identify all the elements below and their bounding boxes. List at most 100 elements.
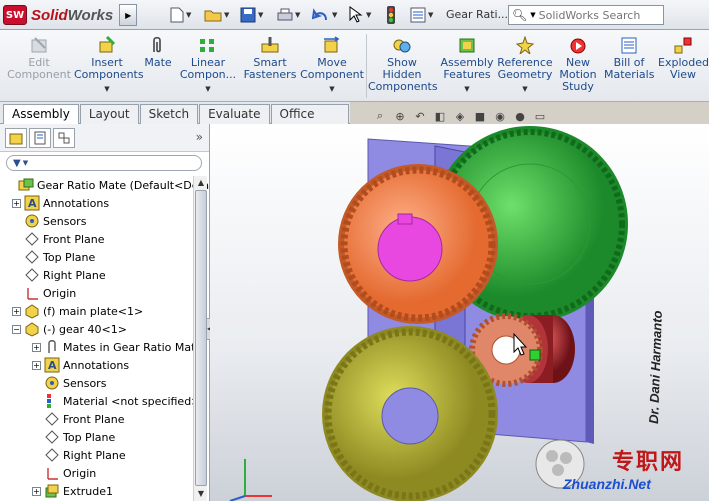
tree-row-label: Annotations: [43, 196, 110, 210]
expand-toggle-icon[interactable]: −: [12, 324, 21, 334]
tree-row[interactable]: + A Annotations: [12, 194, 109, 212]
search-icon: 🔍︎: [512, 8, 528, 22]
tree-row[interactable]: + Mates in Gear Ratio Mate: [32, 338, 202, 356]
tree-row[interactable]: Origin: [32, 464, 96, 482]
plane-icon: [44, 447, 60, 463]
print-button[interactable]: ▼: [277, 6, 300, 24]
new-document-button[interactable]: ▼: [170, 6, 191, 24]
new-motion-study-button[interactable]: New Motion Study: [558, 36, 598, 93]
separator: [366, 34, 367, 98]
chevron-down-icon: ▼: [258, 11, 264, 19]
scene-icon[interactable]: ▭: [532, 108, 548, 124]
filter-input[interactable]: ▼ ▼: [6, 155, 202, 171]
options-button[interactable]: ▼: [410, 6, 433, 24]
show-hidden-components-button[interactable]: Show Hidden Components: [368, 36, 438, 93]
previous-view-icon[interactable]: ↶: [412, 108, 428, 124]
chevron-down-icon: ▼: [522, 85, 528, 93]
tree-row[interactable]: Sensors: [12, 212, 86, 230]
linear-pattern-icon: [200, 39, 214, 52]
scroll-down-arrow-icon[interactable]: ▼: [194, 487, 208, 501]
open-button[interactable]: ▼: [204, 6, 229, 24]
tree-row-label: Front Plane: [63, 412, 125, 426]
bill-of-materials-button[interactable]: Bill of Materials: [604, 36, 654, 81]
menu-dropdown-button[interactable]: ▶: [119, 4, 138, 26]
expand-panel-icon[interactable]: »: [196, 130, 203, 144]
keyway: [397, 213, 413, 225]
tree-row[interactable]: Gear Ratio Mate (Default<Default: [6, 176, 224, 194]
tree-row[interactable]: + Extrude1: [32, 482, 113, 500]
tab-sketch[interactable]: Sketch: [139, 104, 199, 124]
expand-toggle-icon[interactable]: +: [32, 360, 41, 370]
part-icon: [24, 303, 40, 319]
mates-icon: [44, 339, 60, 355]
tree-row[interactable]: − (-) gear 40<1>: [12, 320, 127, 338]
move-component-button[interactable]: Move Component ▼: [300, 36, 364, 95]
coordinate-triad-icon: [229, 459, 272, 501]
hide-show-icon[interactable]: ◉: [492, 108, 508, 124]
feature-manager-tab[interactable]: [5, 127, 27, 148]
tree-row[interactable]: + (f) main plate<1>: [12, 302, 143, 320]
edit-component-button[interactable]: Edit Component: [6, 36, 72, 81]
svg-text:A: A: [28, 197, 37, 210]
smart-fasteners-button[interactable]: Smart Fasteners: [240, 36, 300, 81]
tree-row[interactable]: Top Plane: [32, 428, 115, 446]
search-input[interactable]: [538, 8, 649, 22]
tree-row-label: Extrude1: [63, 484, 114, 498]
property-manager-tab[interactable]: [29, 127, 51, 148]
new-motion-study-label-3: Study: [562, 80, 594, 93]
tab-office-products[interactable]: Office Products: [270, 104, 349, 139]
tree-row[interactable]: Origin: [12, 284, 76, 302]
insert-components-icon: [99, 36, 116, 53]
tree-row[interactable]: Front Plane: [32, 410, 125, 428]
tree-row[interactable]: Front Plane: [12, 230, 105, 248]
zoom-area-icon[interactable]: ⊕: [392, 108, 408, 124]
section-view-icon[interactable]: ◧: [432, 108, 448, 124]
save-button[interactable]: ▼: [240, 6, 263, 24]
reference-geometry-button[interactable]: Reference Geometry ▼: [496, 36, 554, 95]
fastener-icon: [261, 37, 279, 53]
tree-row[interactable]: Right Plane: [32, 446, 126, 464]
tab-assembly[interactable]: Assembly: [3, 104, 79, 124]
tree-row[interactable]: Material <not specified>: [32, 392, 200, 410]
expand-toggle-icon[interactable]: +: [12, 198, 21, 208]
assembly-features-button[interactable]: Assembly Features ▼: [440, 36, 494, 95]
select-button[interactable]: ▼: [348, 6, 371, 24]
selection-handle[interactable]: [529, 349, 541, 361]
linear-component-button[interactable]: Linear Compon... ▼: [178, 36, 238, 95]
exploded-view-icon: [674, 37, 692, 54]
display-style-icon[interactable]: ■: [472, 108, 488, 124]
solidworks-logo[interactable]: SW SolidWorks ▶: [3, 4, 138, 26]
tree-row[interactable]: + A Annotations: [32, 356, 129, 374]
configuration-icon: [58, 132, 70, 143]
tree-row[interactable]: Right Plane: [12, 266, 106, 284]
expand-toggle-icon[interactable]: +: [32, 342, 41, 352]
configuration-manager-tab[interactable]: [53, 127, 75, 148]
scroll-up-arrow-icon[interactable]: ▲: [194, 176, 208, 190]
mate-button[interactable]: Mate: [140, 36, 176, 69]
tab-layout[interactable]: Layout: [79, 104, 139, 124]
tree-row[interactable]: Sensors: [32, 374, 106, 392]
tree-scrollbar[interactable]: ▲ ▼: [193, 176, 207, 501]
exploded-view-button[interactable]: Exploded View: [658, 36, 709, 81]
tree-row[interactable]: Top Plane: [12, 248, 95, 266]
tree-row-label: Material <not specified>: [63, 394, 201, 408]
expand-toggle-icon[interactable]: +: [12, 306, 21, 316]
rebuild-button[interactable]: [386, 6, 396, 24]
origin-icon: [24, 285, 40, 301]
chevron-down-icon: ▼: [205, 85, 211, 93]
appearance-icon[interactable]: ●: [512, 108, 528, 124]
cursor-arrow-icon: [349, 6, 363, 23]
title-bar: SW SolidWorks ▶ ▼ ▼ ▼ ▼ ▼ ▼ ▼ Gear Rati.…: [0, 0, 709, 30]
insert-components-button[interactable]: Insert Components ▼: [74, 36, 144, 95]
command-tabs: Assembly Layout Sketch Evaluate Office P…: [0, 102, 350, 139]
search-box[interactable]: 🔍︎ ▼: [508, 5, 664, 25]
view-orientation-icon[interactable]: ◈: [452, 108, 468, 124]
tab-evaluate[interactable]: Evaluate: [199, 104, 270, 124]
undo-button[interactable]: ▼: [312, 6, 337, 24]
annotation-icon: A: [44, 357, 60, 373]
expand-toggle-icon[interactable]: +: [32, 486, 41, 496]
zoom-to-fit-icon[interactable]: ⌕: [372, 108, 388, 124]
brand-bold: Works: [67, 6, 114, 24]
